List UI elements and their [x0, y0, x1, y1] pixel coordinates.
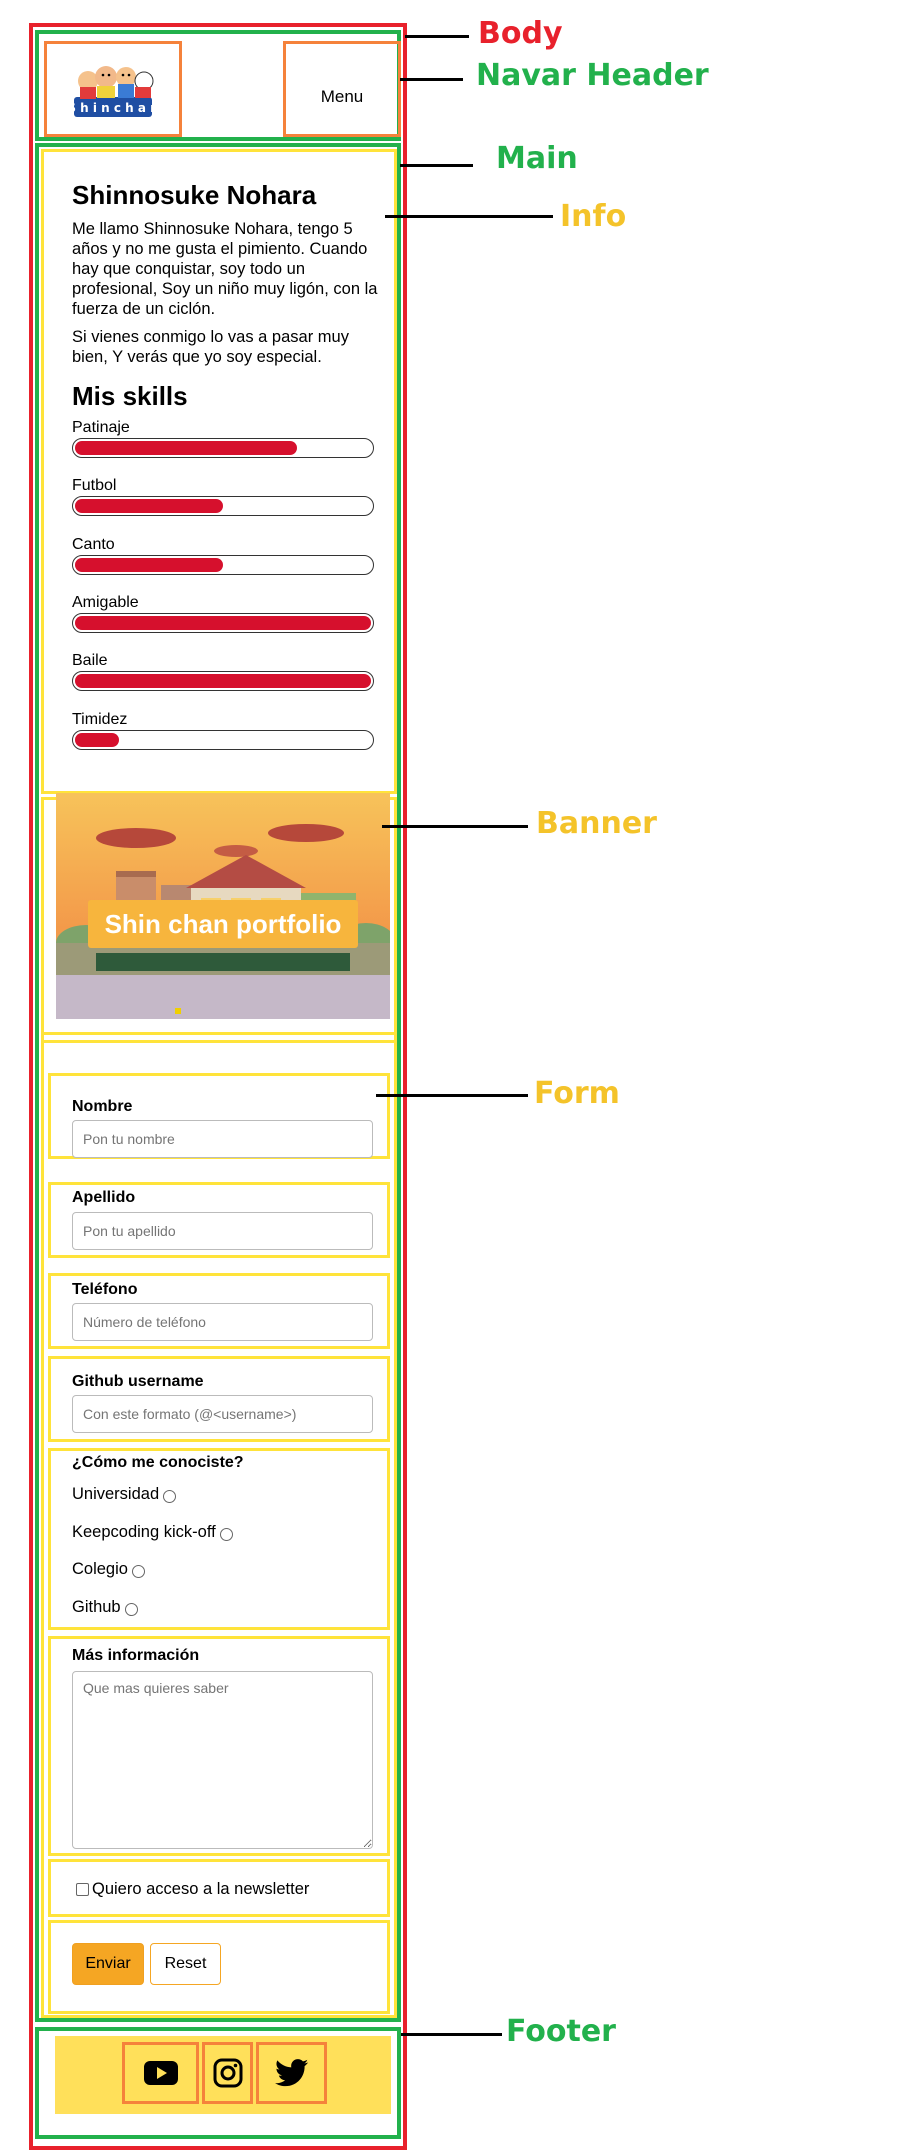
nombre-input[interactable] — [72, 1120, 373, 1158]
skill-bar-fill — [75, 674, 371, 688]
newsletter-label: Quiero acceso a la newsletter — [92, 1880, 310, 1898]
radio-keepcoding[interactable]: Keepcoding kick-off — [72, 1523, 233, 1542]
radio-keepcoding-circle[interactable] — [219, 1527, 233, 1541]
newsletter-checkbox-row[interactable]: Quiero acceso a la newsletter — [76, 1880, 309, 1899]
footer-pointer — [401, 2033, 502, 2036]
info-paragraph-2: Si vienes conmigo lo vas a pasar muy bie… — [72, 328, 349, 366]
youtube-icon — [143, 2061, 178, 2085]
github-label: Github username — [72, 1373, 204, 1390]
form-annotation: Form — [534, 1076, 620, 1111]
skill-label: Timidez — [72, 711, 128, 728]
footer-annotation: Footer — [506, 2014, 616, 2049]
banner-caption: Shin chan portfolio — [88, 900, 358, 948]
form-pointer — [376, 1094, 528, 1097]
body-pointer — [405, 35, 469, 38]
twitter-icon — [274, 2059, 308, 2087]
radio-colegio-label: Colegio — [72, 1560, 128, 1578]
shin-chan-logo-icon: S h i n c h a n — [68, 66, 158, 117]
radio-colegio[interactable]: Colegio — [72, 1560, 145, 1579]
skill-bar — [72, 730, 374, 750]
skills-title: Mis skills — [72, 381, 188, 411]
skill-bar — [72, 671, 374, 691]
instagram-icon — [213, 2058, 242, 2088]
skill-label: Futbol — [72, 477, 117, 494]
mas-label: Más información — [72, 1647, 200, 1664]
twitter-link[interactable] — [256, 2042, 327, 2104]
skill-label: Canto — [72, 536, 115, 553]
banner-pointer — [382, 825, 528, 828]
skill-bar — [72, 613, 374, 633]
skill-bar-fill — [75, 499, 223, 513]
menu-button[interactable]: Menu — [283, 41, 401, 137]
skill-bar-fill — [75, 616, 371, 630]
skill-bar-fill — [75, 441, 297, 455]
radio-github-circle[interactable] — [124, 1602, 138, 1616]
apellido-input[interactable] — [72, 1212, 373, 1250]
telefono-label: Teléfono — [72, 1281, 138, 1298]
enviar-button[interactable]: Enviar — [72, 1943, 144, 1985]
info-annotation: Info — [560, 199, 627, 234]
skill-bar — [72, 496, 374, 516]
radio-github[interactable]: Github — [72, 1598, 138, 1617]
body-annotation: Body — [478, 16, 563, 51]
skill-label: Baile — [72, 652, 108, 669]
newsletter-checkbox[interactable] — [76, 1883, 89, 1896]
github-input[interactable] — [72, 1395, 373, 1433]
radio-universidad-label: Universidad — [72, 1485, 160, 1503]
skill-bar — [72, 555, 374, 575]
como-label: ¿Cómo me conociste? — [72, 1454, 244, 1471]
apellido-label: Apellido — [72, 1189, 136, 1206]
nombre-label: Nombre — [72, 1098, 133, 1115]
menu-label: Menu — [320, 87, 364, 106]
telefono-input[interactable] — [72, 1303, 373, 1341]
banner-annotation: Banner — [536, 806, 657, 841]
radio-universidad-circle[interactable] — [163, 1489, 177, 1503]
radio-github-label: Github — [72, 1598, 121, 1616]
main-annotation: Main — [496, 141, 578, 176]
skill-label: Patinaje — [72, 419, 130, 436]
skill-bar-fill — [75, 733, 120, 747]
skill-bar-fill — [75, 558, 223, 572]
youtube-link[interactable] — [122, 2042, 199, 2104]
instagram-link[interactable] — [202, 2042, 253, 2104]
radio-keepcoding-label: Keepcoding kick-off — [72, 1523, 216, 1541]
reset-button[interactable]: Reset — [150, 1943, 221, 1985]
info-pointer — [385, 215, 553, 218]
logo[interactable]: S h i n c h a n — [44, 41, 182, 137]
info-paragraph-1: Me llamo Shinnosuke Nohara, tengo 5 años… — [72, 220, 378, 318]
svg-text:S h i n c h a n: S h i n c h a n — [68, 101, 158, 115]
main-pointer — [400, 164, 473, 167]
radio-universidad[interactable]: Universidad — [72, 1485, 177, 1504]
skill-bar — [72, 438, 374, 458]
info-title: Shinnosuke Nohara — [72, 180, 317, 210]
skill-label: Amigable — [72, 594, 139, 611]
navbar-annotation: Navar Header — [476, 58, 709, 93]
mas-textarea[interactable] — [72, 1671, 373, 1849]
radio-colegio-circle[interactable] — [131, 1564, 145, 1578]
navbar-pointer — [400, 78, 463, 81]
carousel-dot-indicator[interactable] — [175, 1008, 181, 1014]
